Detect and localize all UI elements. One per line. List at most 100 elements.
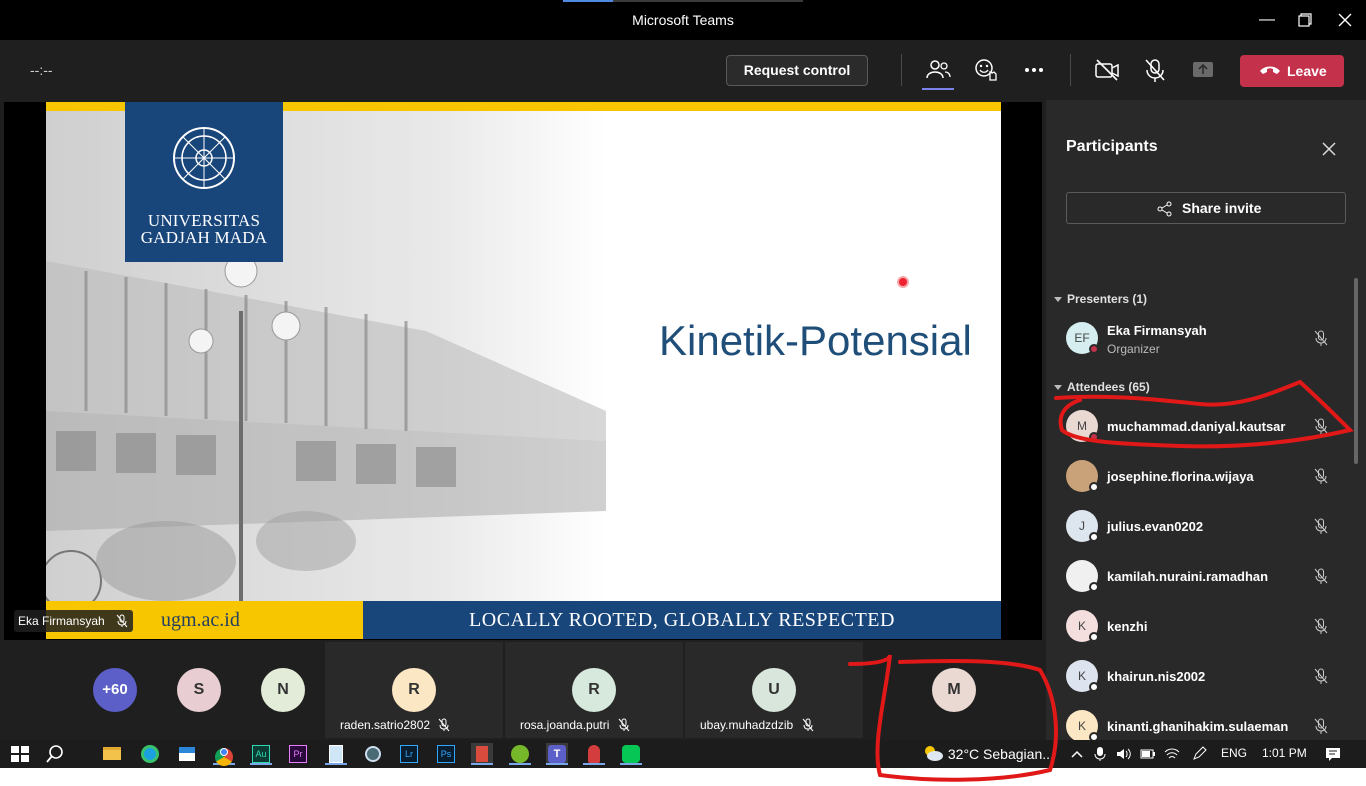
camera-off-icon[interactable] [1093,56,1121,84]
participant-gallery: +60 S N R raden.satrio2802 R rosa.joanda… [0,642,1046,740]
close-panel-icon[interactable] [1320,140,1338,158]
meeting-timer: --:-- [30,62,53,78]
weather-widget[interactable]: 32°C Sebagian... [922,744,1054,762]
photoshop-icon[interactable]: Ps [435,743,457,765]
presenters-section-header[interactable]: Presenters (1) [1054,292,1147,306]
line-icon[interactable] [620,743,642,765]
close-window-button[interactable] [1330,6,1360,34]
maximize-button[interactable] [1290,6,1320,34]
leave-label: Leave [1287,63,1327,79]
participant-row[interactable]: josephine.florina.wijaya [1066,456,1356,496]
chevron-up-icon[interactable] [1069,746,1085,762]
request-control-button[interactable]: Request control [726,55,868,86]
presenter-name-label: Eka Firmansyah [14,610,133,632]
participant-name: kamilah.nuraini.ramadhan [1107,569,1269,584]
mic-muted-icon [1314,418,1328,434]
shared-screen-stage: UNIVERSITAS GADJAH MADA Kinetik-Potensia… [4,102,1042,640]
attendees-section-header[interactable]: Attendees (65) [1054,380,1150,394]
video-tile[interactable]: R raden.satrio2802 [325,642,503,738]
participant-name: muchammad.daniyal.kautsar [1107,419,1286,434]
laser-pointer [899,278,907,286]
more-icon[interactable] [1020,56,1048,84]
tile-name: ubay.muhadzdzib [700,718,794,732]
start-icon[interactable] [9,743,31,765]
panel-scrollbar[interactable] [1354,278,1358,464]
microphone-tray-icon[interactable] [1092,746,1108,762]
minimize-button[interactable]: — [1252,6,1282,34]
wifi-icon[interactable] [1164,746,1180,762]
status-dot [1089,432,1099,442]
participant-name: julius.evan0202 [1107,519,1204,534]
mic-muted-icon [1314,718,1328,734]
language-indicator[interactable]: ENG [1221,746,1247,760]
divider [901,54,902,86]
people-icon[interactable] [924,56,952,84]
battery-icon[interactable] [1140,746,1156,762]
self-video-tile[interactable]: M [865,642,1043,738]
window-title: Microsoft Teams [632,12,734,28]
gallery-avatar[interactable]: N [261,668,305,712]
share-invite-button[interactable]: Share invite [1066,192,1346,224]
notepad-icon[interactable] [325,743,347,765]
audition-icon[interactable]: Au [250,743,272,765]
participant-row[interactable]: Mmuchammad.daniyal.kautsar [1066,406,1356,446]
lightroom-icon[interactable]: Lr [398,743,420,765]
search-icon[interactable] [44,743,66,765]
more-participants-avatar[interactable]: +60 [93,668,137,712]
teams-window: Microsoft Teams — --:-- Request control [0,0,1366,742]
title-accent [563,0,803,2]
mic-muted-icon [1314,518,1328,534]
mic-muted-icon [1314,568,1328,584]
volume-icon[interactable] [1115,746,1131,762]
premiere-icon[interactable]: Pr [287,743,309,765]
status-dot [1089,344,1099,354]
participant-row[interactable]: Kkhairun.nis2002 [1066,656,1356,696]
gallery-avatar[interactable]: S [177,668,221,712]
share-invite-label: Share invite [1182,200,1262,216]
video-tile[interactable]: R rosa.joanda.putri [505,642,683,738]
ugm-logo: UNIVERSITAS GADJAH MADA [125,102,283,262]
participant-role: Organizer [1107,342,1160,356]
participant-row[interactable]: Kkenzhi [1066,606,1356,646]
status-dot [1089,532,1099,542]
pen-icon[interactable] [1191,746,1207,762]
participant-name: josephine.florina.wijaya [1107,469,1254,484]
clock[interactable]: 1:01 PM [1262,746,1307,760]
slide-title: Kinetik-Potensial [659,317,972,364]
chrome-icon[interactable] [213,743,235,766]
leave-button[interactable]: Leave [1240,55,1344,87]
ugm-logo-text: UNIVERSITAS GADJAH MADA [140,211,268,247]
mic-muted-icon [802,718,814,732]
status-dot [1089,682,1099,692]
participant-row[interactable]: EF Eka Firmansyah Organizer [1066,318,1356,358]
windows-taskbar: Au Pr Lr Ps T 32°C Sebagian... ENG 1:01 … [0,740,1366,768]
participants-panel: Participants Share invite Presenters (1)… [1046,100,1366,742]
file-explorer-icon[interactable] [101,743,123,765]
divider [1070,54,1071,86]
share-icon [1157,201,1172,217]
share-tray-icon[interactable] [1189,56,1217,84]
tile-avatar: U [752,668,796,712]
mic-off-icon[interactable] [1141,56,1169,84]
app2-icon[interactable] [583,743,605,765]
notifications-icon[interactable] [1325,746,1341,762]
video-tile[interactable]: U ubay.muhadzdzib [685,642,863,738]
utorrent-icon[interactable] [509,743,531,765]
participant-row[interactable]: kamilah.nuraini.ramadhan [1066,556,1356,596]
participant-row[interactable]: Jjulius.evan0202 [1066,506,1356,546]
obs-icon[interactable] [362,743,384,765]
react-icon[interactable] [972,56,1000,84]
status-dot [1089,582,1099,592]
slide-footer-tagline: LOCALLY ROOTED, GLOBALLY RESPECTED [363,601,1001,639]
tile-avatar: R [392,668,436,712]
app-icon[interactable] [471,743,493,765]
participant-name: kenzhi [1107,619,1148,634]
mic-muted-icon [1314,618,1328,634]
teams-icon[interactable]: T [546,743,568,765]
edge-icon[interactable] [139,743,161,765]
mic-muted-icon [1314,468,1328,484]
participant-name: khairun.nis2002 [1107,669,1206,684]
tile-avatar: M [932,668,976,712]
mic-muted-icon [116,614,128,628]
store-icon[interactable] [176,743,198,765]
